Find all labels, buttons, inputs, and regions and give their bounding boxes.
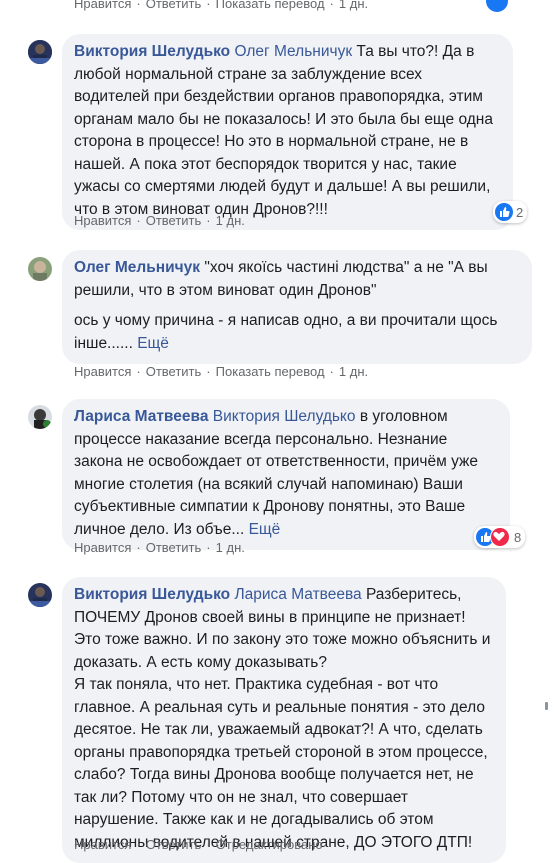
avatar-image <box>28 257 52 281</box>
reaction-summary[interactable]: 2 <box>493 201 528 223</box>
comment-text: Я так поняла, что нет. Практика судебная… <box>74 676 488 851</box>
reaction-count: 8 <box>514 529 522 545</box>
avatar-image <box>28 40 52 64</box>
comment-actions: Нравится · Ответить · 1 дн. <box>74 540 245 555</box>
comment-author[interactable]: Лариса Матвеева <box>74 408 208 425</box>
comment-bubble: Виктория Шелудько Лариса Матвеева Разбер… <box>62 577 506 863</box>
comment-bubble: Лариса Матвеева Виктория Шелудько в угол… <box>62 399 510 550</box>
timestamp[interactable]: 1 дн. <box>216 540 245 555</box>
avatar[interactable] <box>28 40 52 64</box>
translate-link[interactable]: Показать перевод <box>216 0 325 11</box>
like-icon <box>495 203 513 221</box>
reply-link[interactable]: Ответить <box>146 0 202 11</box>
comment-author[interactable]: Виктория Шелудько <box>74 43 230 60</box>
like-link[interactable]: Нравится <box>74 837 131 852</box>
mention-link[interactable]: Олег Мельничук <box>234 43 352 60</box>
comment-actions-top: Нравится · Ответить · Показать перевод · 1 дн. <box>74 0 368 11</box>
reaction-count: 2 <box>516 204 524 220</box>
comment-text: в уголовном процессе наказание всегда пе… <box>74 408 478 538</box>
like-reaction-icon[interactable] <box>486 0 508 12</box>
like-link[interactable]: Нравится <box>74 0 131 11</box>
mention-link[interactable]: Виктория Шелудько <box>213 408 356 425</box>
avatar[interactable] <box>28 257 52 281</box>
reply-link[interactable]: Ответить <box>146 364 202 379</box>
avatar[interactable] <box>28 405 52 429</box>
love-icon <box>490 527 510 547</box>
translate-link[interactable]: Показать перевод <box>216 364 325 379</box>
see-more-link[interactable]: Ещё <box>137 335 169 352</box>
comment-bubble: Олег Мельничук "хоч якоїсь частині людст… <box>62 250 532 364</box>
scrollbar-thumb[interactable] <box>545 702 548 710</box>
comment-author[interactable]: Виктория Шелудько <box>74 586 230 603</box>
comment-text: Та вы что?! Да в любой нормальной стране… <box>74 43 493 218</box>
comment-bubble: Виктория Шелудько Олег Мельничук Та вы ч… <box>62 34 513 230</box>
comment-actions: Нравится · Ответить · Отредактировано <box>74 837 323 852</box>
avatar-image <box>28 583 52 607</box>
timestamp[interactable]: 1 дн. <box>216 213 245 228</box>
reaction-summary[interactable]: 8 <box>474 526 526 548</box>
reply-link[interactable]: Ответить <box>146 837 202 852</box>
comment-author[interactable]: Олег Мельничук <box>74 259 200 276</box>
timestamp[interactable]: 1 дн. <box>339 0 368 11</box>
comment-actions: Нравится · Ответить · 1 дн. <box>74 213 245 228</box>
like-link[interactable]: Нравится <box>74 364 131 379</box>
see-more-link[interactable]: Ещё <box>249 521 281 538</box>
mention-link[interactable]: Лариса Матвеева <box>234 586 361 603</box>
avatar-image <box>28 405 52 429</box>
avatar[interactable] <box>28 583 52 607</box>
comment-actions: Нравится · Ответить · Показать перевод · 1 дн. <box>74 364 369 379</box>
reply-link[interactable]: Ответить <box>146 213 202 228</box>
reply-link[interactable]: Ответить <box>146 540 202 555</box>
edited-label: Отредактировано <box>215 837 323 852</box>
like-link[interactable]: Нравится <box>74 213 131 228</box>
timestamp[interactable]: 1 дн. <box>339 364 368 379</box>
like-link[interactable]: Нравится <box>74 540 131 555</box>
